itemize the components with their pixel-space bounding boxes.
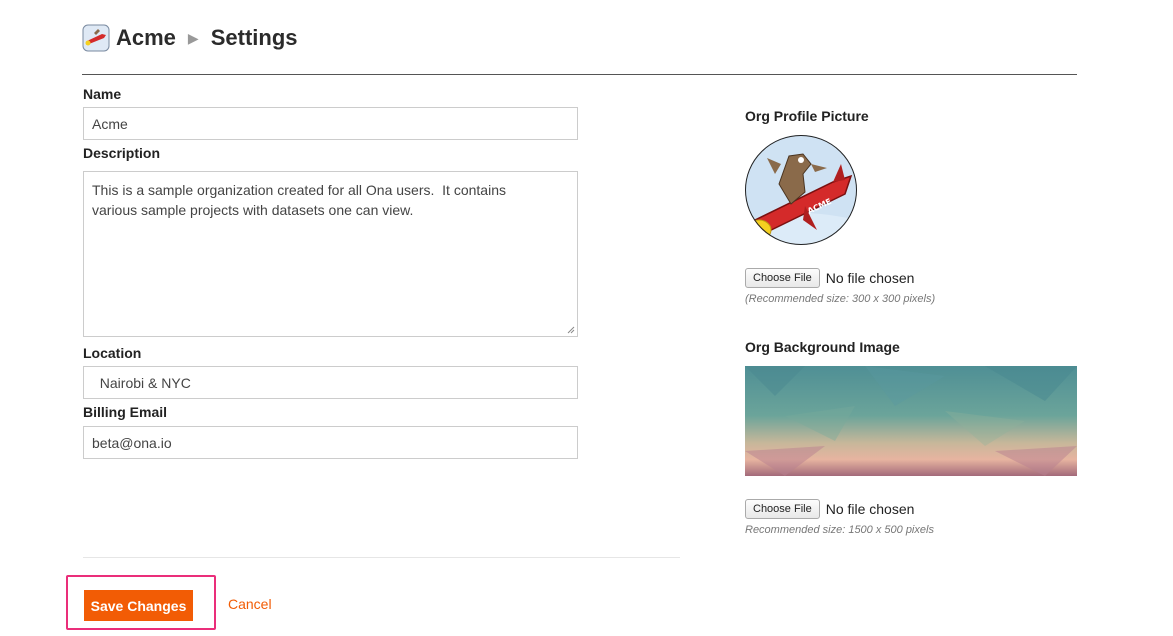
location-input[interactable]: Nairobi & NYC xyxy=(83,366,578,399)
name-input[interactable]: Acme xyxy=(83,107,578,140)
profile-picture-file-status: No file chosen xyxy=(825,270,915,286)
description-textarea[interactable]: This is a sample organization created fo… xyxy=(83,171,578,337)
name-label: Name xyxy=(83,86,122,102)
background-image-size-hint: Recommended size: 1500 x 500 pixels xyxy=(745,524,934,536)
billing-email-input-value: beta@ona.io xyxy=(92,434,172,451)
org-profile-picture: ACME xyxy=(745,135,857,245)
org-logo-icon[interactable] xyxy=(82,24,110,52)
breadcrumb: Acme ▶ Settings xyxy=(82,22,298,54)
org-background-image xyxy=(745,366,1077,476)
location-label: Location xyxy=(83,345,142,361)
profile-picture-file-input: Choose File No file chosen xyxy=(745,268,914,288)
name-input-value: Acme xyxy=(92,115,128,132)
cancel-link[interactable]: Cancel xyxy=(228,596,272,612)
breadcrumb-separator-icon: ▶ xyxy=(187,29,199,46)
background-image-file-input: Choose File No file chosen xyxy=(745,499,914,519)
page-title: Settings xyxy=(210,25,298,50)
save-changes-button[interactable]: Save Changes xyxy=(84,590,193,621)
profile-picture-choose-file-button[interactable]: Choose File xyxy=(745,268,820,288)
background-image-choose-file-button[interactable]: Choose File xyxy=(745,499,820,519)
description-label: Description xyxy=(83,145,161,161)
billing-email-label: Billing Email xyxy=(83,404,168,420)
profile-picture-label: Org Profile Picture xyxy=(745,108,869,124)
background-image-label: Org Background Image xyxy=(745,339,900,355)
background-image-file-status: No file chosen xyxy=(825,501,915,517)
resize-handle-icon[interactable] xyxy=(567,326,575,334)
description-textarea-value: This is a sample organization created fo… xyxy=(92,182,506,218)
breadcrumb-org-link[interactable]: Acme xyxy=(116,25,176,51)
location-input-value: Nairobi & NYC xyxy=(92,374,191,391)
form-divider xyxy=(83,557,680,558)
header-divider xyxy=(82,74,1077,75)
billing-email-input[interactable]: beta@ona.io xyxy=(83,426,578,459)
profile-picture-size-hint: (Recommended size: 300 x 300 pixels) xyxy=(745,293,936,305)
